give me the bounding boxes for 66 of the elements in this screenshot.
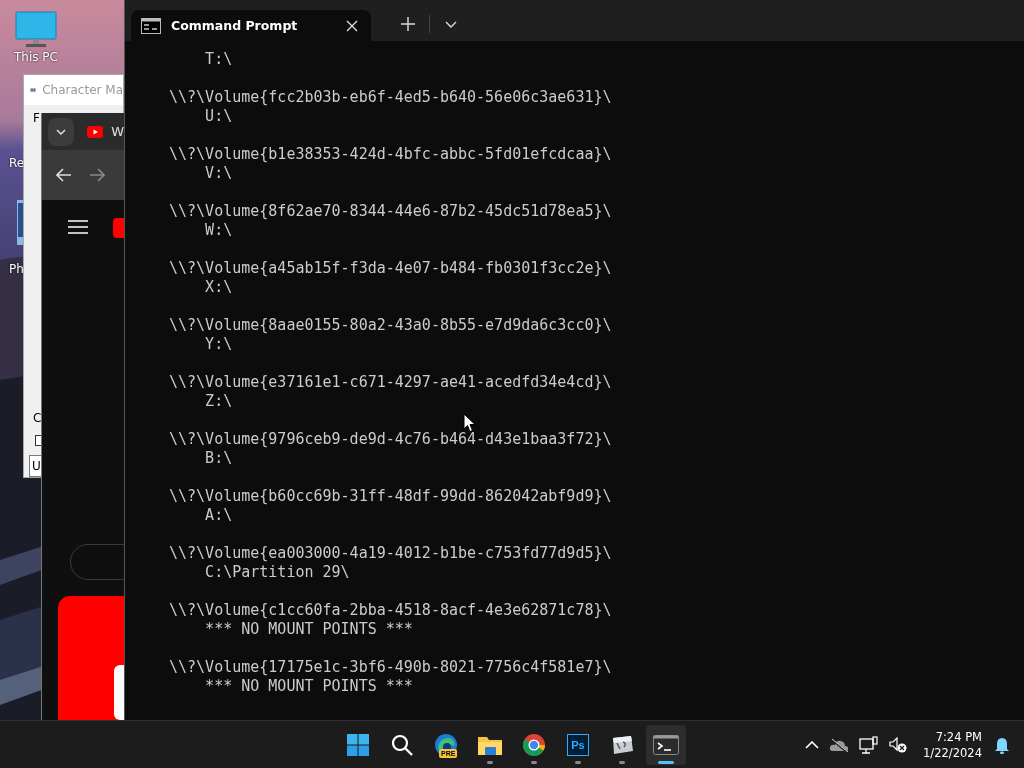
chevron-down-icon bbox=[56, 128, 67, 135]
output-line: *** NO MOUNT POINTS *** bbox=[205, 677, 413, 696]
terminal-tab[interactable]: Command Prompt bbox=[131, 10, 371, 41]
output-line: \\?\Volume{17175e1c-3bf6-490b-8021-7756c4f581e7}\ bbox=[169, 658, 612, 677]
app-tile-icon: Ps bbox=[567, 733, 589, 756]
keycap-icon bbox=[610, 734, 634, 755]
speaker-muted-icon bbox=[889, 736, 908, 753]
logo-icon bbox=[113, 218, 124, 238]
clock[interactable]: 7:24 PM 1/22/2024 bbox=[923, 728, 982, 761]
back-button[interactable] bbox=[56, 168, 72, 182]
output-line: \\?\Volume{b60cc69b-31ff-48df-99dd-862042abf9d9}\ bbox=[169, 487, 612, 506]
cloud-off-icon bbox=[829, 737, 850, 752]
output-line: W:\ bbox=[205, 221, 233, 240]
tab-title: Command Prompt bbox=[171, 18, 299, 33]
output-line: \\?\Volume{e37161e1-c671-4297-ae41-acedfd34e4cd}\ bbox=[169, 373, 612, 392]
grid-icon bbox=[347, 733, 369, 756]
forward-arrow-icon bbox=[89, 168, 105, 182]
output-line: C:\Partition 29\ bbox=[205, 563, 350, 582]
output-line: Z:\ bbox=[205, 392, 233, 411]
cloud-button[interactable] bbox=[829, 737, 850, 752]
output-line: \\?\Volume{8aae0155-80a2-43a0-8b55-e7d9da6c3cc0}\ bbox=[169, 316, 612, 335]
circle-logo-icon bbox=[522, 732, 546, 757]
output-line: *** NO MOUNT POINTS *** bbox=[205, 620, 413, 639]
search-icon bbox=[391, 733, 413, 756]
window-title: Character Ma bbox=[42, 83, 123, 97]
network-button[interactable] bbox=[859, 735, 880, 754]
close-icon bbox=[346, 19, 358, 32]
pointer-cursor-icon bbox=[463, 413, 476, 433]
output-line: \\?\Volume{c1cc60fa-2bba-4518-8acf-4e3e62871c78}\ bbox=[169, 601, 612, 620]
taskbar-button[interactable] bbox=[646, 724, 686, 765]
bell-icon bbox=[994, 735, 1010, 754]
output-line: \\?\Volume{8f62ae70-8344-44e6-87b2-45dc51d78ea5}\ bbox=[169, 202, 612, 221]
output-line: \\?\Volume{9796ceb9-de9d-4c76-b464-d43e1baa3f72}\ bbox=[169, 430, 612, 449]
output-line: \\?\Volume{fcc2b03b-eb6f-4ed5-b640-56e06c3ae631}\ bbox=[169, 88, 612, 107]
network-icon bbox=[859, 735, 880, 754]
play-logo-icon bbox=[87, 125, 104, 138]
font-label: F bbox=[33, 111, 40, 125]
output-line: Y:\ bbox=[205, 335, 233, 354]
forward-button[interactable] bbox=[89, 168, 105, 182]
output-line: V:\ bbox=[205, 164, 233, 183]
desktop-icon-label[interactable]: Re bbox=[9, 156, 25, 170]
menu-icon[interactable] bbox=[67, 220, 89, 234]
chevron-down-icon bbox=[445, 20, 457, 28]
taskbar-button[interactable]: Ps bbox=[558, 724, 598, 765]
copy-label: C bbox=[33, 411, 42, 425]
terminal-icon bbox=[653, 734, 679, 755]
output-line: T:\ bbox=[205, 50, 233, 69]
monitor-icon[interactable] bbox=[14, 10, 58, 50]
output-line: U:\ bbox=[205, 107, 233, 126]
output-line: X:\ bbox=[205, 278, 233, 297]
show-hidden-icons-button[interactable] bbox=[805, 740, 820, 749]
desktop-icon-label[interactable]: Ph bbox=[9, 262, 24, 276]
output-line: B:\ bbox=[205, 449, 233, 468]
chevron-up-icon bbox=[805, 740, 820, 749]
back-arrow-icon bbox=[56, 168, 72, 182]
notifications-button[interactable] bbox=[994, 735, 1010, 754]
output-line: \\?\Volume{ea003000-4a19-4012-b1be-c753fd77d9d5}\ bbox=[169, 544, 612, 563]
rounded-shape-icon bbox=[114, 665, 124, 720]
command-prompt-icon bbox=[141, 17, 161, 34]
output-line: \\?\Volume{a45ab15f-f3da-4e07-b484-fb0301f3cc2e}\ bbox=[169, 259, 612, 278]
plus-icon bbox=[401, 17, 415, 31]
tab-list-button[interactable] bbox=[48, 117, 75, 146]
volume-button[interactable] bbox=[889, 736, 908, 753]
output-line: \\?\Volume{b1e38353-424d-4bfc-abbc-5fd01efcdcaa}\ bbox=[169, 145, 612, 164]
output-line: A:\ bbox=[205, 506, 233, 525]
browser-tab[interactable]: W bbox=[87, 124, 124, 139]
